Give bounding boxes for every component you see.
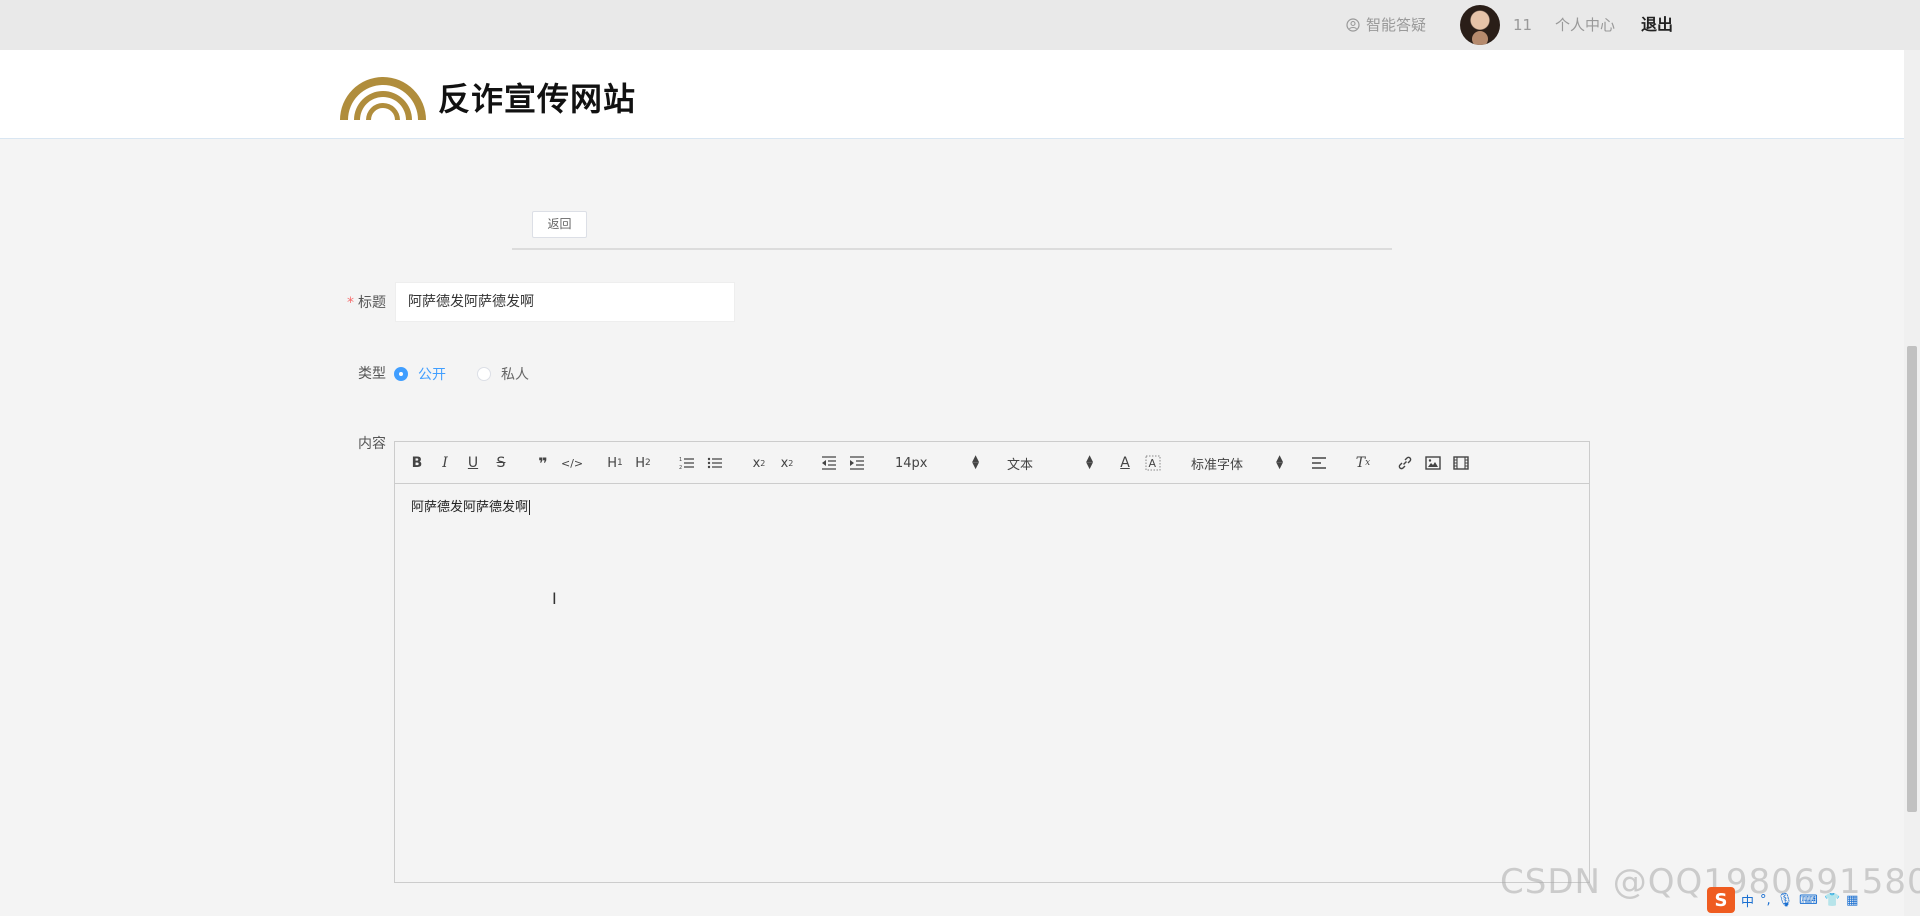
svg-text:1: 1 xyxy=(679,457,682,463)
link-icon[interactable] xyxy=(1395,453,1415,473)
header-select-value: 文本 xyxy=(1007,457,1034,473)
site-header: 反诈宣传网站 xyxy=(0,50,1920,139)
select-arrows-icon: ▲ ▼ xyxy=(1276,454,1283,471)
punctuation-icon[interactable]: °, xyxy=(1760,893,1771,908)
font-color-icon[interactable]: A xyxy=(1115,453,1135,473)
indent-icon[interactable] xyxy=(847,453,867,473)
background-color-icon[interactable]: A xyxy=(1143,453,1163,473)
svg-text:2: 2 xyxy=(679,465,682,470)
ordered-list-icon[interactable]: 12 xyxy=(677,453,697,473)
strike-icon[interactable]: S xyxy=(491,453,511,473)
select-arrows-icon: ▲ ▼ xyxy=(972,454,979,471)
editor-content[interactable]: 阿萨德发阿萨德发啊 xyxy=(395,484,1589,527)
personal-center-link[interactable]: 个人中心 xyxy=(1555,0,1615,50)
avatar[interactable] xyxy=(1460,5,1500,45)
radio-public-label: 公开 xyxy=(418,367,446,383)
font-family-value: 标准字体 xyxy=(1191,457,1244,473)
user-circle-icon xyxy=(1346,18,1360,32)
keyboard-icon[interactable]: ⌨ xyxy=(1799,893,1818,908)
title-label: * 标题 xyxy=(347,295,386,311)
blockquote-icon[interactable]: ❞ xyxy=(533,453,553,473)
qa-link[interactable]: 智能答疑 xyxy=(1346,0,1426,50)
subscript-icon[interactable]: x2 xyxy=(749,453,769,473)
scrollbar-thumb[interactable] xyxy=(1907,346,1917,812)
editor-text: 阿萨德发阿萨德发啊 xyxy=(411,500,529,515)
user-name[interactable]: 11 xyxy=(1513,0,1532,50)
ime-mode[interactable]: 中 xyxy=(1741,891,1754,910)
h1-icon[interactable]: H1 xyxy=(605,453,625,473)
ime-toolbar[interactable]: S 中 °, 🎙 ⌨ 👕 ▦ xyxy=(1707,887,1858,913)
font-family-select[interactable]: 标准字体 ▲ ▼ xyxy=(1191,453,1283,473)
rich-text-editor: B I U S ❞ </> H1 H2 12 x2 x2 14px ▲ ▼ 文本 … xyxy=(394,441,1590,883)
required-mark: * xyxy=(347,295,354,311)
bullet-list-icon[interactable] xyxy=(705,453,725,473)
font-size-select[interactable]: 14px ▲ ▼ xyxy=(895,453,979,473)
toolbox-icon[interactable]: ▦ xyxy=(1846,893,1858,908)
site-logo-icon[interactable] xyxy=(338,68,428,120)
radio-private-label: 私人 xyxy=(501,367,529,383)
microphone-icon[interactable]: 🎙 xyxy=(1777,893,1794,908)
bold-icon[interactable]: B xyxy=(407,453,427,473)
svg-text:A: A xyxy=(1149,457,1157,470)
radio-private[interactable]: 私人 xyxy=(477,364,529,384)
radio-dot xyxy=(477,367,491,381)
editor-toolbar: B I U S ❞ </> H1 H2 12 x2 x2 14px ▲ ▼ 文本 … xyxy=(395,442,1589,484)
clean-format-icon[interactable]: Tx xyxy=(1353,453,1373,473)
divider xyxy=(512,248,1392,250)
logout-link[interactable]: 退出 xyxy=(1641,0,1673,50)
back-button[interactable]: 返回 xyxy=(532,211,587,238)
site-title: 反诈宣传网站 xyxy=(438,80,637,118)
radio-dot xyxy=(394,367,408,381)
skin-icon[interactable]: 👕 xyxy=(1824,893,1840,908)
header-select[interactable]: 文本 ▲ ▼ xyxy=(1007,453,1093,473)
text-caret xyxy=(529,500,531,515)
code-icon[interactable]: </> xyxy=(561,453,583,473)
qa-label: 智能答疑 xyxy=(1366,16,1427,34)
top-bar: 智能答疑 11 个人中心 退出 xyxy=(0,0,1920,50)
italic-icon[interactable]: I xyxy=(435,453,455,473)
outdent-icon[interactable] xyxy=(819,453,839,473)
video-icon[interactable] xyxy=(1451,453,1471,473)
type-label: 类型 xyxy=(358,366,386,382)
content-label: 内容 xyxy=(358,436,386,452)
h2-icon[interactable]: H2 xyxy=(633,453,653,473)
font-size-value: 14px xyxy=(895,455,928,471)
radio-public[interactable]: 公开 xyxy=(394,364,446,384)
title-input[interactable]: 阿萨德发阿萨德发啊 xyxy=(395,282,735,322)
underline-icon[interactable]: U xyxy=(463,453,483,473)
image-icon[interactable] xyxy=(1423,453,1443,473)
text-cursor-icon: I xyxy=(552,589,557,608)
align-icon[interactable] xyxy=(1309,453,1329,473)
page-scrollbar[interactable] xyxy=(1904,50,1920,916)
select-arrows-icon: ▲ ▼ xyxy=(1086,454,1093,471)
superscript-icon[interactable]: x2 xyxy=(777,453,797,473)
sogou-logo-icon[interactable]: S xyxy=(1707,887,1735,913)
